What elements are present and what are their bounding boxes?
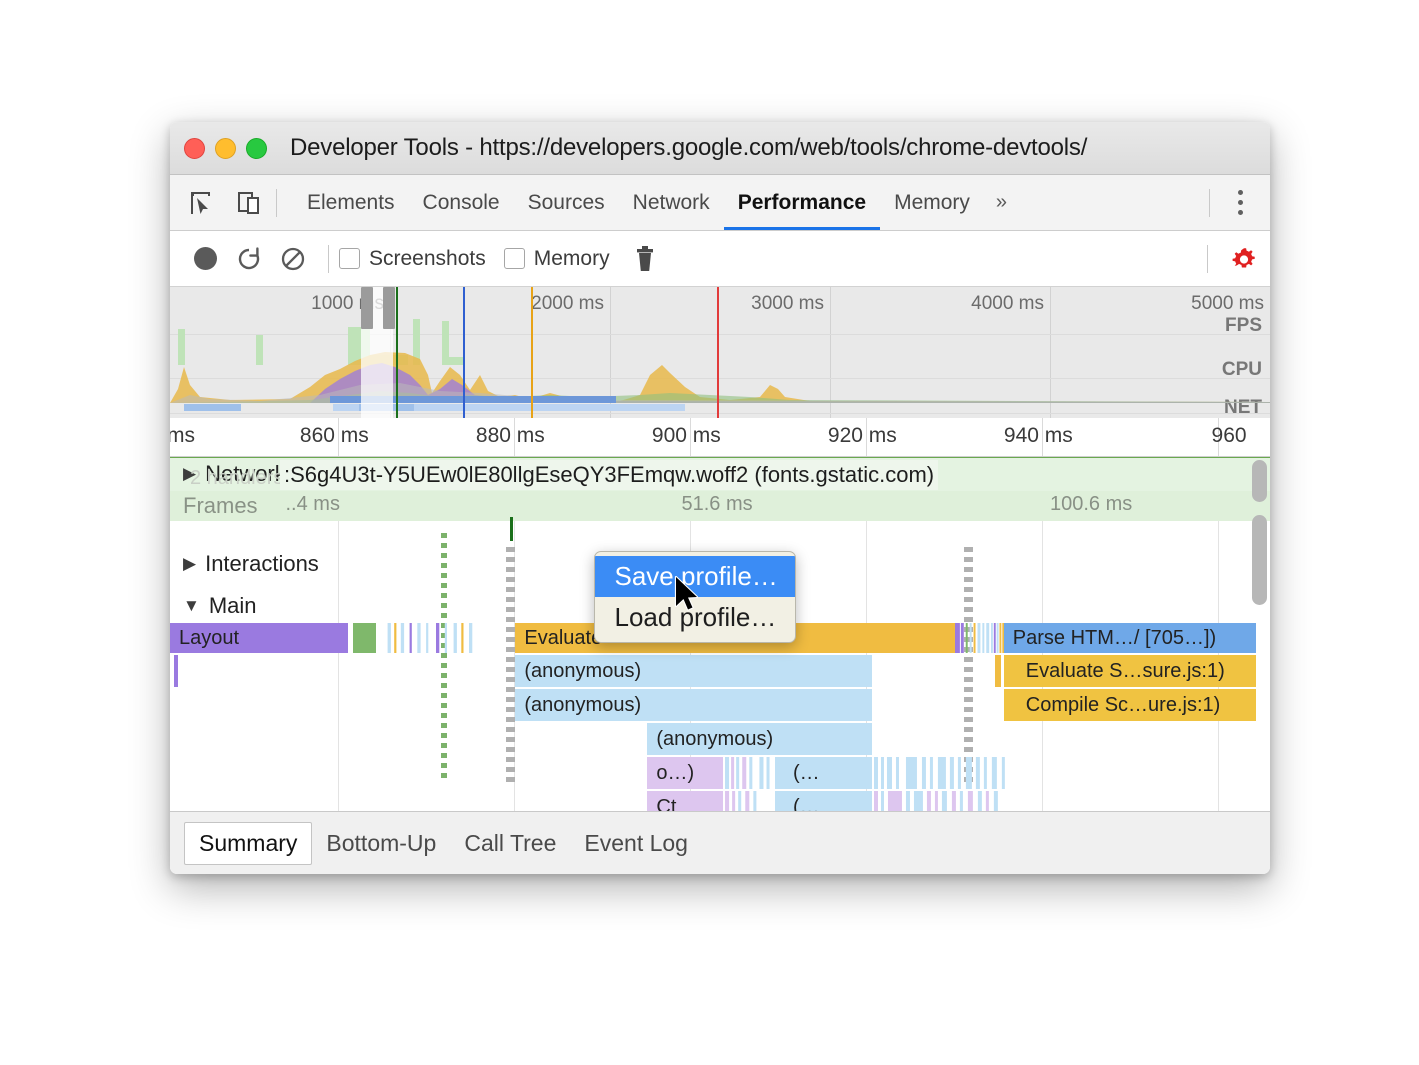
interactions-track-label: Interactions — [205, 551, 319, 577]
panel-tabs: Elements Console Sources Network Perform… — [293, 175, 1019, 230]
paren-bar-1[interactable]: (… — [775, 757, 872, 789]
device-toolbar-icon[interactable] — [232, 186, 266, 220]
evaluate-script-bar-right[interactable]: Evaluate S…sure.js:1) — [1004, 655, 1256, 687]
tab-summary[interactable]: Summary — [184, 822, 312, 865]
close-window-button[interactable] — [184, 138, 205, 159]
reload-and-record-button[interactable] — [230, 240, 268, 278]
minimize-window-button[interactable] — [215, 138, 236, 159]
perf-toolbar-right — [1197, 231, 1270, 286]
tab-sources[interactable]: Sources — [514, 175, 619, 230]
tab-event-log[interactable]: Event Log — [570, 823, 702, 864]
main-row-ticks-right — [955, 623, 990, 653]
flame-chart-area[interactable]: ▶ Network 2 handlers :S6g4U3t-Y5UEw0lE80… — [170, 457, 1270, 857]
dotted-separator-2 — [964, 547, 973, 783]
parse-html-bar[interactable]: Parse HTM…/ [705…]) — [1004, 623, 1256, 653]
perf-toolbar-divider — [328, 245, 329, 273]
tab-network[interactable]: Network — [619, 175, 724, 230]
tab-bottom-up[interactable]: Bottom-Up — [312, 823, 450, 864]
parse-row-ticks — [991, 623, 1004, 653]
performance-toolbar: Screenshots Memory — [170, 231, 1270, 287]
anonymous-bar-2[interactable]: (anonymous) — [515, 689, 871, 721]
frame-duration-1: 51.6 ms — [682, 493, 753, 516]
mouse-cursor-icon — [674, 576, 700, 612]
timeline-overview[interactable]: 1000 ms 2000 ms 3000 ms 4000 ms 5000 ms … — [170, 287, 1270, 418]
tab-performance[interactable]: Performance — [724, 175, 880, 230]
anonymous-bar-1[interactable]: (anonymous) — [515, 655, 871, 687]
clear-button[interactable] — [274, 240, 312, 278]
main-track-label: Main — [209, 593, 257, 619]
overview-tick-3000: 3000 ms — [751, 293, 830, 315]
memory-checkbox-box[interactable] — [504, 248, 525, 269]
layout-bar[interactable]: Layout — [170, 623, 334, 653]
memory-checkbox[interactable]: Memory — [504, 247, 610, 271]
tab-memory[interactable]: Memory — [880, 175, 984, 230]
ruler-tick-960: 960 — [1212, 424, 1255, 448]
overview-tick-4000: 4000 ms — [971, 293, 1050, 315]
frame-marker — [510, 517, 513, 541]
fcp-orange-marker — [531, 287, 533, 418]
tab-bar-right — [1199, 175, 1270, 230]
network-occluded-label: 2 handlers — [190, 467, 283, 490]
frame-duration-0: ..4 ms — [286, 493, 340, 516]
overview-tick-2000: 2000 ms — [531, 293, 610, 315]
ruler-tick-940: 940 ms — [1004, 424, 1081, 448]
o-row-ticks — [723, 757, 774, 789]
interactions-expander-icon[interactable]: ▶ — [183, 554, 196, 574]
gear-icon[interactable] — [1218, 244, 1270, 274]
window-title: Developer Tools - https://developers.goo… — [290, 134, 1087, 162]
ruler-tick-860: 860 ms — [300, 424, 377, 448]
toolbar-divider — [276, 189, 277, 217]
record-button[interactable] — [186, 240, 224, 278]
tab-console[interactable]: Console — [409, 175, 514, 230]
ruler-tick-920: 920 ms — [828, 424, 905, 448]
maximize-window-button[interactable] — [246, 138, 267, 159]
devtools-tab-bar: Elements Console Sources Network Perform… — [170, 175, 1270, 231]
ruler-tick-840: 0 ms — [170, 424, 203, 448]
more-tabs-icon[interactable]: » — [984, 175, 1019, 230]
memory-label: Memory — [534, 247, 610, 271]
o-row-ticks-2 — [872, 757, 1068, 789]
dcl-marker — [396, 287, 398, 418]
ruler-tick-900: 900 ms — [652, 424, 729, 448]
anonymous-bar-3[interactable]: (anonymous) — [647, 723, 871, 755]
screenshots-checkbox-box[interactable] — [339, 248, 360, 269]
overview-tick-5000: 5000 ms — [1191, 293, 1270, 315]
perf-toolbar-divider-2 — [1207, 245, 1208, 273]
toolbar-divider-2 — [1209, 189, 1210, 217]
title-bar: Developer Tools - https://developers.goo… — [170, 122, 1270, 175]
main-expander-icon[interactable]: ▼ — [183, 596, 200, 616]
load-red-marker — [717, 287, 719, 418]
timeline-ruler: 0 ms 860 ms 880 ms 900 ms 920 ms 940 ms … — [170, 418, 1270, 457]
network-request-tooltip: :S6g4U3t-Y5UEw0lE80llgEseQY3FEmqw.woff2 … — [280, 460, 938, 490]
kebab-icon[interactable] — [1220, 190, 1260, 215]
tracks-scrollbar-top[interactable] — [1252, 460, 1267, 502]
screenshots-checkbox[interactable]: Screenshots — [339, 247, 486, 271]
traffic-lights — [170, 138, 267, 159]
dotted-separator-1 — [506, 547, 515, 783]
overview-cpu-chart — [170, 345, 1270, 403]
tab-elements[interactable]: Elements — [293, 175, 409, 230]
tracks-scrollbar[interactable] — [1252, 515, 1267, 605]
compile-script-bar-right[interactable]: Compile Sc…ure.js:1) — [1004, 689, 1256, 721]
trash-icon[interactable] — [628, 240, 662, 278]
tab-call-tree[interactable]: Call Tree — [450, 823, 570, 864]
frame-duration-2: 100.6 ms — [1050, 493, 1132, 516]
overview-resizer-right[interactable] — [383, 287, 395, 329]
overview-resizer-left[interactable] — [361, 287, 373, 329]
devtools-window: Developer Tools - https://developers.goo… — [170, 122, 1270, 874]
frames-track-label: Frames — [183, 493, 258, 519]
details-tab-bar: Summary Bottom-Up Call Tree Event Log — [170, 811, 1270, 874]
load-blue-marker — [463, 287, 465, 418]
inspect-icon[interactable] — [184, 186, 218, 220]
dotted-separator-green — [441, 533, 447, 783]
screenshots-label: Screenshots — [369, 247, 486, 271]
o-bar[interactable]: o…) — [647, 757, 723, 789]
ruler-tick-880: 880 ms — [476, 424, 553, 448]
screenshot-root: Developer Tools - https://developers.goo… — [0, 0, 1419, 1065]
